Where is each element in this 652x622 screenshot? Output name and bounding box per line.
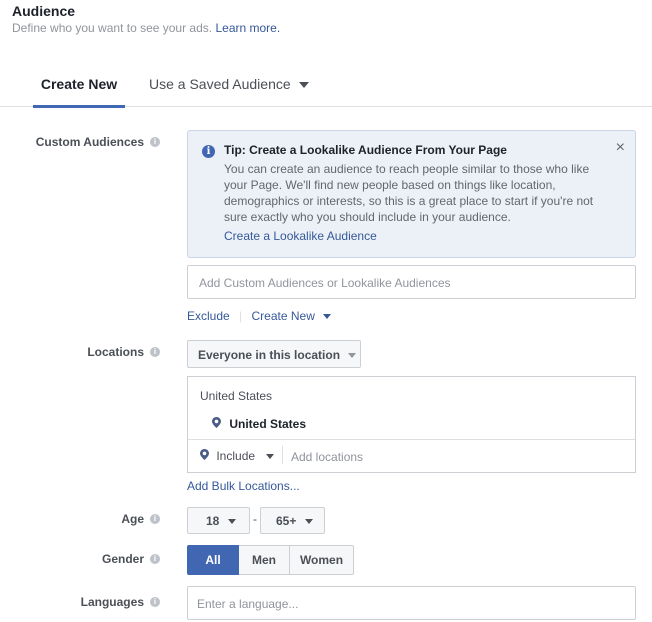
gender-segmented-control: All Men Women [187, 545, 354, 575]
create-new-label: Create New [251, 309, 315, 323]
tip-title: Tip: Create a Lookalike Audience From Yo… [224, 143, 507, 157]
learn-more-link[interactable]: Learn more. [215, 21, 280, 35]
gender-label: Gender i [102, 552, 160, 566]
selected-location[interactable]: United States [212, 417, 306, 431]
create-lookalike-link[interactable]: Create a Lookalike Audience [224, 229, 377, 243]
tip-body-line: sure exactly who you should include in y… [224, 210, 511, 224]
location-pin-icon [212, 417, 221, 428]
lookalike-tip-box: i Tip: Create a Lookalike Audience From … [187, 130, 636, 258]
gender-women-button[interactable]: Women [290, 545, 354, 575]
tab-saved-audience[interactable]: Use a Saved Audience [149, 76, 309, 105]
age-max-select[interactable]: 65+ [260, 507, 325, 534]
info-icon[interactable]: i [150, 136, 160, 147]
info-icon[interactable]: i [150, 596, 160, 607]
add-locations-input[interactable]: Add locations [291, 450, 363, 464]
age-separator: - [253, 512, 257, 526]
gender-all-button[interactable]: All [187, 545, 239, 575]
gender-label-text: Gender [101, 552, 144, 566]
chevron-down-icon [298, 82, 309, 89]
selected-location-name: United States [229, 417, 307, 431]
tab-create-new-label: Create New [40, 76, 118, 92]
locations-label: Locations i [87, 345, 160, 359]
location-type-value: Everyone in this location [198, 348, 341, 362]
gender-men-button[interactable]: Men [239, 545, 290, 575]
age-max-value: 65+ [276, 514, 297, 528]
age-label-text: Age [121, 512, 144, 526]
create-new-dropdown[interactable]: Create New [252, 309, 332, 323]
age-min-select[interactable]: 18 [187, 507, 250, 534]
languages-label-text: Languages [80, 595, 144, 609]
language-placeholder: Enter a language... [197, 597, 299, 611]
section-title: Audience [12, 3, 76, 19]
tab-saved-audience-label: Use a Saved Audience [149, 76, 291, 92]
action-divider: | [239, 309, 243, 323]
include-divider [282, 446, 283, 464]
location-pin-icon [200, 449, 209, 460]
audience-tabs: Create New Use a Saved Audience [0, 70, 652, 108]
tab-create-new[interactable]: Create New [33, 76, 125, 108]
tip-body-line: You can create an audience to reach peop… [224, 162, 590, 176]
location-type-selector[interactable]: Everyone in this location [187, 340, 361, 368]
locations-label-text: Locations [87, 345, 144, 359]
chevron-down-icon [304, 519, 313, 525]
custom-audience-actions: Exclude | Create New [187, 309, 332, 323]
subtitle-text: Define who you want to see your ads. [12, 21, 213, 35]
age-label: Age i [121, 512, 160, 526]
languages-label: Languages i [81, 595, 160, 609]
tip-body-line: your Page. We'll find new people based o… [224, 178, 556, 192]
add-bulk-locations-link[interactable]: Add Bulk Locations... [187, 479, 300, 493]
custom-audience-input[interactable]: Add Custom Audiences or Lookalike Audien… [187, 265, 636, 299]
include-dropdown[interactable]: Include [200, 449, 275, 463]
info-circle-icon: i [202, 145, 215, 158]
location-country-header: United States [200, 389, 273, 403]
age-min-value: 18 [206, 514, 220, 528]
location-divider [188, 439, 635, 440]
location-picker: United States United States Include Add … [187, 376, 636, 473]
info-icon[interactable]: i [150, 513, 160, 524]
language-input[interactable]: Enter a language... [187, 586, 636, 620]
chevron-down-icon [323, 314, 332, 320]
chevron-down-icon [227, 519, 236, 525]
close-icon[interactable]: × [616, 139, 625, 157]
chevron-down-icon [348, 353, 357, 359]
section-subtitle: Define who you want to see your ads. Lea… [12, 21, 280, 35]
exclude-link[interactable]: Exclude [187, 309, 230, 323]
custom-audiences-label: Custom Audiences i [36, 135, 160, 149]
info-icon[interactable]: i [150, 346, 160, 357]
custom-audience-placeholder: Add Custom Audiences or Lookalike Audien… [199, 276, 451, 290]
chevron-down-icon [266, 454, 275, 460]
include-label: Include [216, 449, 256, 463]
info-icon[interactable]: i [150, 553, 160, 564]
tip-body-line: demographics or interests, so this is a … [224, 194, 594, 208]
custom-audiences-label-text: Custom Audiences [35, 135, 144, 149]
tip-body: You can create an audience to reach peop… [224, 161, 604, 225]
